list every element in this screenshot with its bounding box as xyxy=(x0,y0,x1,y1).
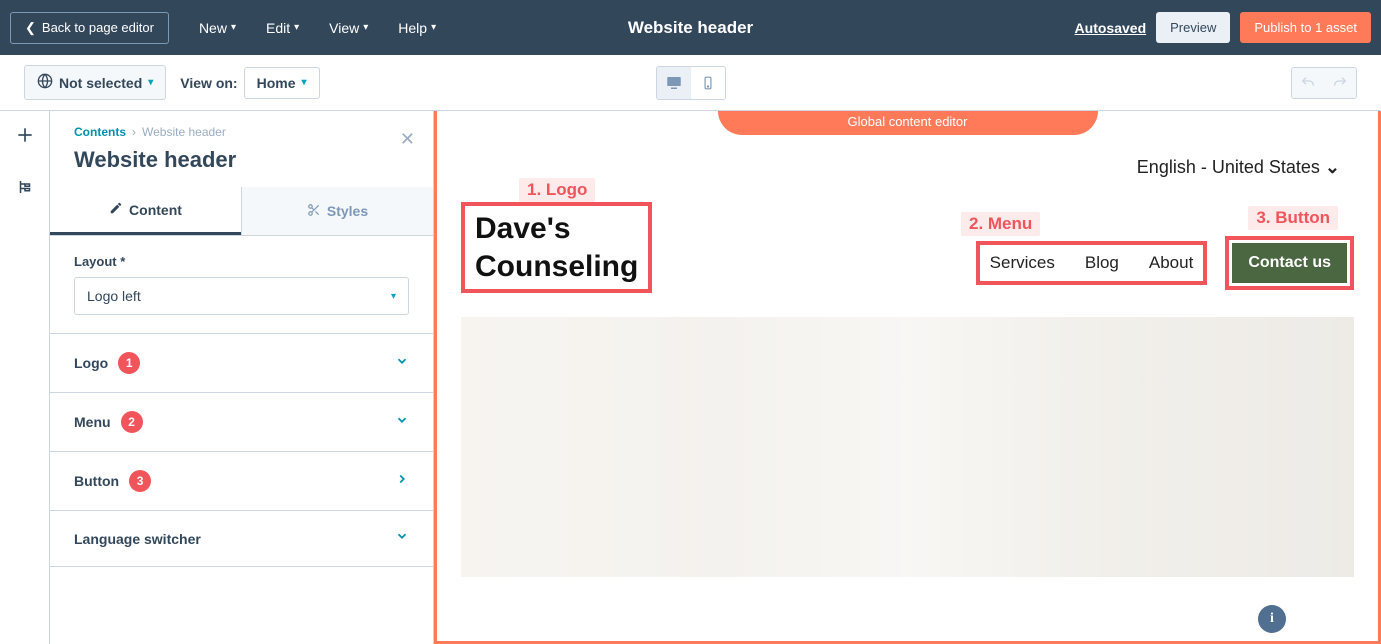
chevron-down-icon: ▾ xyxy=(294,22,299,33)
nav-about[interactable]: About xyxy=(1149,253,1193,273)
breadcrumb-separator: › xyxy=(132,125,136,139)
viewon-label: View on: xyxy=(180,75,237,91)
badge-1: 1 xyxy=(118,352,140,374)
mobile-device-button[interactable] xyxy=(691,67,725,99)
tab-content[interactable]: Content xyxy=(50,187,241,235)
language-selector-button[interactable]: Not selected ▾ xyxy=(24,65,166,100)
canvas-inner: English - United States ⌄ 1. Logo 2. Men… xyxy=(461,147,1354,644)
chevron-down-icon: ▾ xyxy=(231,22,236,33)
panel-title: Website header xyxy=(50,143,433,187)
menu-new[interactable]: New▾ xyxy=(191,14,244,42)
breadcrumb-current: Website header xyxy=(142,125,226,139)
scissors-icon xyxy=(307,203,321,220)
chevron-down-icon: ▾ xyxy=(391,291,396,302)
badge-3: 3 xyxy=(129,470,151,492)
sidebar: Contents › Website header ✕ Website head… xyxy=(50,111,434,644)
annotation-3-button: 3. Button xyxy=(1248,206,1338,230)
chevron-down-icon xyxy=(395,529,409,548)
add-icon[interactable] xyxy=(15,125,35,150)
undo-button[interactable] xyxy=(1292,68,1324,98)
layout-select[interactable]: Logo left ▾ xyxy=(74,277,409,315)
canvas: Global content editor English - United S… xyxy=(434,111,1381,644)
nav-services[interactable]: Services xyxy=(990,253,1055,273)
topbar-right: Autosaved Preview Publish to 1 asset xyxy=(1075,12,1371,43)
tree-icon[interactable] xyxy=(16,178,34,201)
nav-blog[interactable]: Blog xyxy=(1085,253,1119,273)
desktop-device-button[interactable] xyxy=(657,67,691,99)
sidebar-item-button[interactable]: Button 3 xyxy=(50,451,433,510)
topbar-menus: New▾ Edit▾ View▾ Help▾ xyxy=(191,14,444,42)
global-content-editor-tab: Global content editor xyxy=(718,111,1098,135)
topbar: ❮ Back to page editor New▾ Edit▾ View▾ H… xyxy=(0,0,1381,55)
menu-edit[interactable]: Edit▾ xyxy=(258,14,307,42)
breadcrumb-root[interactable]: Contents xyxy=(74,125,126,139)
secondbar: Not selected ▾ View on: Home ▾ xyxy=(0,55,1381,111)
chevron-down-icon: ⌄ xyxy=(1325,157,1340,177)
preview-button[interactable]: Preview xyxy=(1156,12,1230,43)
autosaved-link[interactable]: Autosaved xyxy=(1075,20,1147,36)
header-preview: 1. Logo 2. Menu 3. Button Dave's Counsel… xyxy=(461,188,1354,317)
sidebar-item-logo[interactable]: Logo 1 xyxy=(50,333,433,392)
sidebar-item-menu[interactable]: Menu 2 xyxy=(50,392,433,451)
page-select[interactable]: Home ▾ xyxy=(244,67,320,99)
contact-us-button[interactable]: Contact us xyxy=(1232,243,1347,283)
logo-highlight-box[interactable]: Dave's Counseling xyxy=(461,202,652,293)
left-rail xyxy=(0,111,50,644)
menu-view[interactable]: View▾ xyxy=(321,14,376,42)
tab-styles[interactable]: Styles xyxy=(241,187,433,235)
device-toggle xyxy=(656,66,726,100)
badge-2: 2 xyxy=(121,411,143,433)
chevron-down-icon: ▾ xyxy=(431,22,436,33)
sidebar-tabs: Content Styles xyxy=(50,187,433,236)
hero-image xyxy=(461,317,1354,577)
chevron-down-icon xyxy=(395,354,409,373)
layout-label: Layout * xyxy=(74,254,409,269)
page-title: Website header xyxy=(628,18,753,38)
chevron-down-icon: ▾ xyxy=(302,77,307,88)
publish-button[interactable]: Publish to 1 asset xyxy=(1240,12,1371,43)
button-highlight-box[interactable]: Contact us xyxy=(1225,236,1354,290)
main: Contents › Website header ✕ Website head… xyxy=(0,111,1381,644)
layout-field: Layout * Logo left ▾ xyxy=(50,236,433,333)
annotation-2-menu: 2. Menu xyxy=(961,212,1040,236)
close-icon[interactable]: ✕ xyxy=(400,129,415,150)
menu-help[interactable]: Help▾ xyxy=(390,14,444,42)
sidebar-item-language-switcher[interactable]: Language switcher xyxy=(50,510,433,567)
info-icon[interactable]: i xyxy=(1258,605,1286,633)
chevron-down-icon: ▾ xyxy=(148,77,153,88)
annotation-1-logo: 1. Logo xyxy=(519,178,595,202)
pencil-icon xyxy=(109,201,123,218)
breadcrumb: Contents › Website header ✕ xyxy=(50,111,433,143)
chevron-down-icon xyxy=(395,413,409,432)
chevron-down-icon: ▾ xyxy=(363,22,368,33)
undo-redo-group xyxy=(1291,67,1357,99)
menu-highlight-box[interactable]: Services Blog About xyxy=(976,241,1208,285)
chevron-left-icon: ❮ xyxy=(25,20,36,36)
redo-button[interactable] xyxy=(1324,68,1356,98)
back-label: Back to page editor xyxy=(42,20,154,35)
globe-icon xyxy=(37,73,53,92)
chevron-right-icon xyxy=(395,472,409,491)
back-to-page-editor-button[interactable]: ❮ Back to page editor xyxy=(10,12,169,44)
